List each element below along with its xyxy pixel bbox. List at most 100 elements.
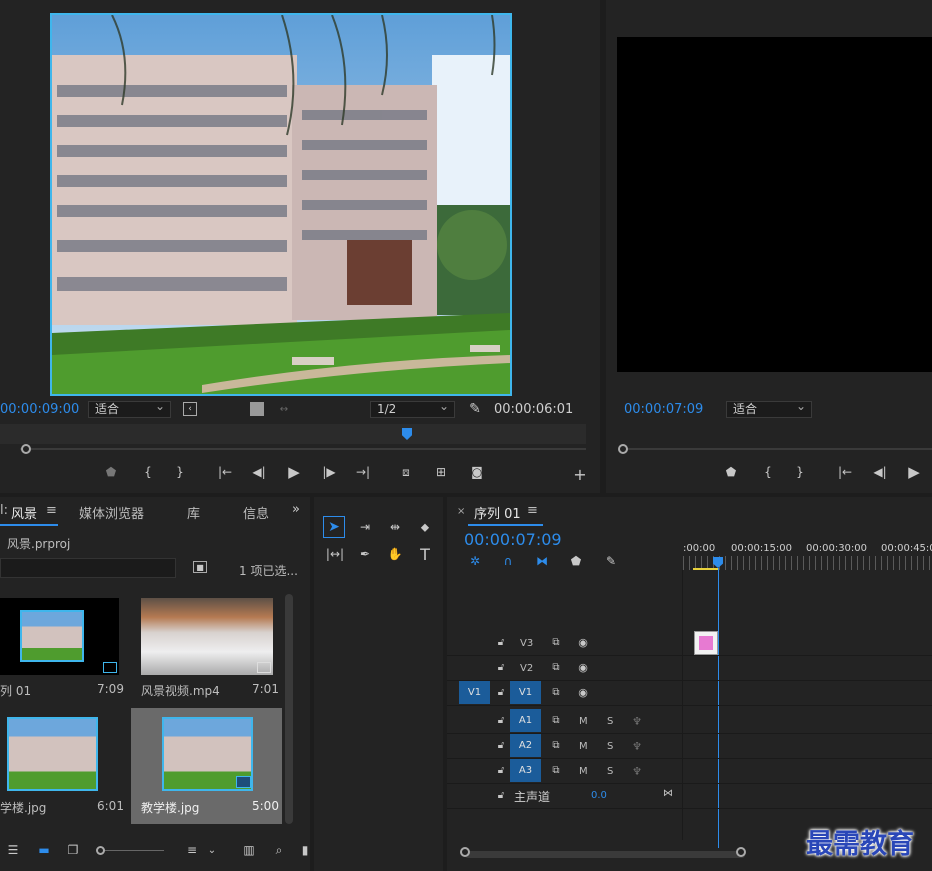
hand-tool-icon[interactable]: ✋ — [384, 544, 406, 564]
program-marker-icon[interactable]: ⬟ — [724, 465, 738, 479]
sequence-menu-icon[interactable]: ≡ — [527, 503, 538, 518]
list-view-icon[interactable]: ☰ — [5, 843, 21, 857]
close-sequence-icon[interactable]: × — [457, 506, 465, 517]
sync-lock-icon[interactable]: ⧉ — [549, 661, 563, 673]
track-a1[interactable]: 🔓︎ A1 ⧉ M S ♆ — [447, 709, 932, 734]
track-a3[interactable]: 🔓︎ A3 ⧉ M S ♆ — [447, 759, 932, 784]
source-fit-dropdown[interactable]: 适合 — [88, 399, 171, 418]
ripple-edit-tool-icon[interactable]: ⇹ — [384, 517, 406, 537]
sync-lock-icon[interactable]: ⧉ — [549, 714, 563, 726]
source-scroll-handle[interactable] — [21, 444, 31, 454]
bin-icon[interactable]: ▮ — [300, 843, 310, 857]
work-area-bar[interactable] — [693, 568, 719, 570]
eye-icon[interactable]: ◉ — [575, 661, 591, 674]
track-target-a1[interactable]: A1 — [510, 709, 541, 732]
solo-button[interactable]: S — [607, 766, 613, 777]
lock-icon[interactable]: 🔓︎ — [495, 764, 507, 776]
go-to-out-icon[interactable]: →| — [354, 465, 372, 479]
lock-icon[interactable]: 🔓︎ — [495, 739, 507, 751]
film-strip-icon[interactable] — [250, 402, 264, 416]
program-fit-dropdown[interactable]: 适合 — [726, 399, 812, 418]
timeline-timecode[interactable]: 00:00:07:09 — [464, 530, 562, 549]
linked-selection-icon[interactable]: ⧓ — [534, 554, 550, 568]
project-search-input[interactable] — [0, 558, 176, 578]
new-bin-icon[interactable]: ■ — [193, 561, 207, 573]
tab-library[interactable]: 库 — [187, 503, 200, 522]
freeform-view-icon[interactable]: ❐ — [64, 843, 82, 857]
program-timecode[interactable]: 00:00:07:09 — [624, 402, 703, 417]
lock-icon[interactable]: 🔓︎ — [495, 636, 507, 648]
timeline-scrollbar[interactable] — [465, 851, 745, 858]
program-scroll-handle[interactable] — [618, 444, 628, 454]
program-play-icon[interactable]: ▶ — [905, 463, 923, 481]
master-volume-value[interactable]: 0.0 — [591, 790, 607, 801]
project-scrollbar[interactable] — [285, 594, 293, 824]
step-back-icon[interactable]: ◀| — [250, 465, 268, 479]
add-button-icon[interactable]: + — [572, 465, 588, 484]
sync-lock-icon[interactable]: ⧉ — [549, 686, 563, 698]
tab-project[interactable]: 风景 — [11, 503, 37, 522]
more-tabs-icon[interactable]: » — [292, 502, 300, 517]
track-v2[interactable]: 🔓︎ V2 ⧉ ◉ — [447, 656, 932, 681]
nest-icon[interactable]: ✲ — [467, 554, 483, 568]
sort-icon[interactable]: ≡ — [184, 843, 200, 857]
eye-icon[interactable]: ◉ — [575, 636, 591, 649]
tab-info[interactable]: 信息 — [243, 503, 269, 522]
selection-tool-icon[interactable]: ➤ — [323, 516, 345, 538]
lock-icon[interactable]: 🔓︎ — [495, 789, 507, 801]
microphone-icon[interactable]: ♆ — [631, 714, 643, 728]
slip-tool-icon[interactable]: |↔| — [324, 544, 346, 564]
project-item-image-selected[interactable]: 教学楼.jpg 5:00 — [131, 708, 282, 824]
project-item-sequence[interactable] — [0, 598, 119, 675]
sync-lock-icon[interactable]: ⧉ — [549, 636, 563, 648]
mark-out-icon[interactable]: } — [173, 465, 187, 479]
camera-icon[interactable]: ◙ — [468, 465, 486, 479]
track-select-tool-icon[interactable]: ⇥ — [354, 517, 376, 537]
mute-button[interactable]: M — [579, 716, 588, 727]
step-forward-icon[interactable]: |▶ — [320, 465, 338, 479]
program-go-to-in-icon[interactable]: |← — [836, 465, 854, 479]
source-scrollbar[interactable] — [20, 448, 586, 450]
sequence-tab[interactable]: 序列 01 — [474, 503, 521, 522]
microphone-icon[interactable]: ♆ — [631, 739, 643, 753]
zoom-slider-handle[interactable] — [96, 846, 105, 855]
track-master[interactable]: 🔓︎ 主声道 0.0 ⋈ — [447, 784, 932, 809]
add-marker-icon[interactable]: ⬟ — [569, 554, 583, 568]
program-video-frame[interactable] — [617, 37, 932, 372]
project-tab-menu-icon[interactable]: ≡ — [46, 503, 57, 518]
program-mark-in-icon[interactable]: { — [761, 465, 775, 479]
sync-lock-icon[interactable]: ⧉ — [549, 739, 563, 751]
track-a2[interactable]: 🔓︎ A2 ⧉ M S ♆ — [447, 734, 932, 759]
type-tool-icon[interactable]: T — [414, 544, 436, 564]
mute-button[interactable]: M — [579, 766, 588, 777]
pen-tool-icon[interactable]: ✒ — [354, 544, 376, 564]
project-item-video[interactable] — [141, 598, 273, 675]
solo-button[interactable]: S — [607, 716, 613, 727]
insert-icon[interactable]: ⧈ — [397, 465, 415, 479]
program-ruler[interactable] — [617, 428, 932, 444]
resolution-dropdown[interactable]: 1/2 — [370, 399, 455, 418]
overwrite-icon[interactable]: ⊞ — [432, 465, 450, 479]
zoom-slider[interactable] — [100, 850, 164, 851]
timeline-settings-icon[interactable]: ✎ — [603, 554, 619, 568]
mute-button[interactable]: M — [579, 741, 588, 752]
find-icon[interactable]: ⌕ — [272, 843, 286, 857]
track-target-a3[interactable]: A3 — [510, 759, 541, 782]
source-video-frame[interactable] — [50, 13, 512, 396]
program-scrollbar[interactable] — [626, 448, 932, 450]
mark-in-icon[interactable]: { — [141, 465, 155, 479]
sync-lock-icon[interactable]: ⧉ — [549, 764, 563, 776]
timeline-scroll-handle-right[interactable] — [736, 847, 746, 857]
icon-view-icon[interactable]: ▬ — [37, 843, 51, 857]
timeline-scroll-handle-left[interactable] — [460, 847, 470, 857]
snap-icon[interactable]: ∩ — [500, 554, 516, 568]
source-ruler[interactable] — [0, 424, 586, 444]
program-step-back-icon[interactable]: ◀| — [871, 465, 889, 479]
solo-button[interactable]: S — [607, 741, 613, 752]
tab-media-browser[interactable]: 媒体浏览器 — [79, 503, 144, 522]
lock-icon[interactable]: 🔓︎ — [495, 686, 507, 698]
track-v3[interactable]: 🔓︎ V3 ⧉ ◉ — [447, 631, 932, 656]
marker-icon[interactable]: ⬟ — [104, 465, 118, 479]
bowtie-icon[interactable]: ⋈ — [661, 787, 675, 799]
drag-audio-icon[interactable]: ↔ — [276, 402, 292, 416]
